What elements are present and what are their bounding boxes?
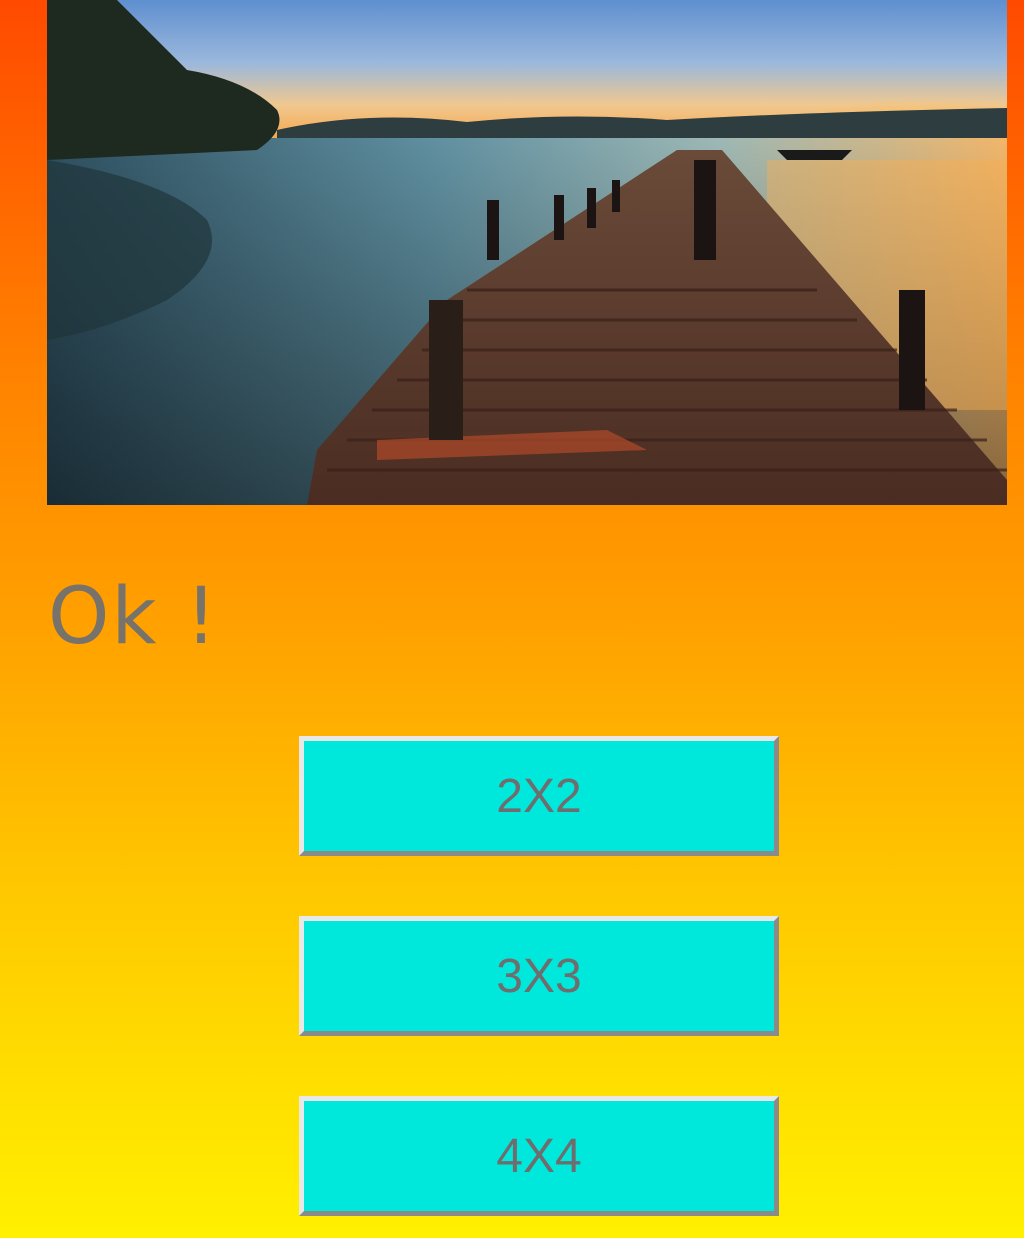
- grid-2x2-button-label: 2X2: [496, 769, 582, 823]
- grid-3x3-button[interactable]: 3X3: [299, 916, 779, 1036]
- page-title: Ok !: [48, 572, 219, 662]
- grid-4x4-button[interactable]: 4X4: [299, 1096, 779, 1216]
- grid-3x3-button-label: 3X3: [496, 949, 582, 1003]
- grid-4x4-button-label: 4X4: [496, 1129, 582, 1183]
- hero-image-lake-pier: [47, 0, 1007, 505]
- pier-sunset-image: [47, 0, 1007, 505]
- grid-2x2-button[interactable]: 2X2: [299, 736, 779, 856]
